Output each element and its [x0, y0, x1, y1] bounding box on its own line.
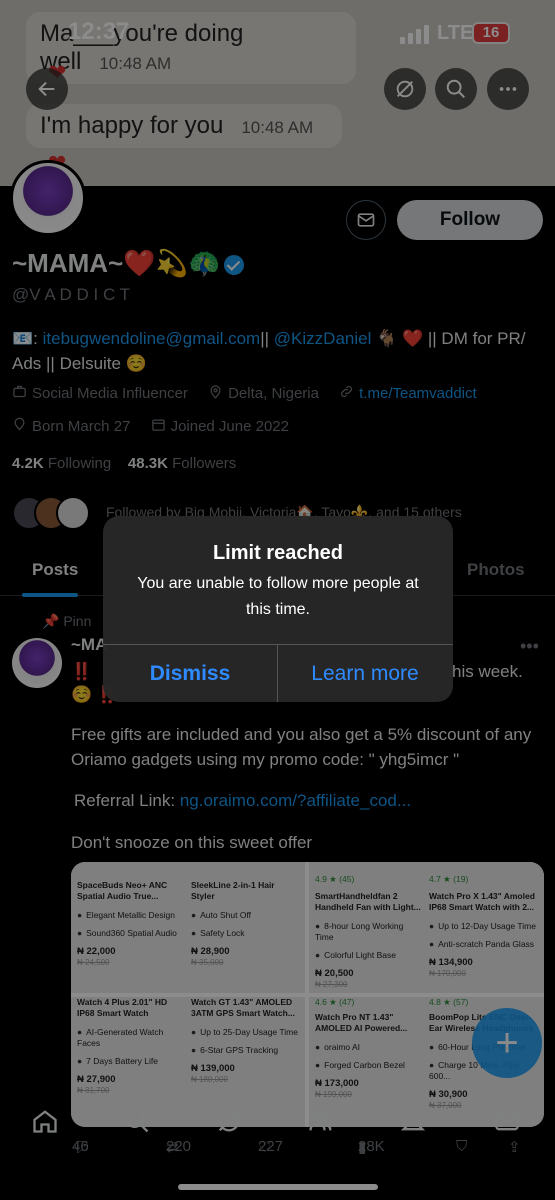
dialog-message: You are unable to follow more people at …	[137, 575, 419, 618]
dialog-title: Limit reached	[212, 542, 344, 564]
limit-alert-dialog: Limit reached You are unable to follow m…	[103, 516, 453, 702]
dismiss-button[interactable]: Dismiss	[103, 645, 277, 702]
learn-more-button[interactable]: Learn more	[278, 645, 452, 702]
